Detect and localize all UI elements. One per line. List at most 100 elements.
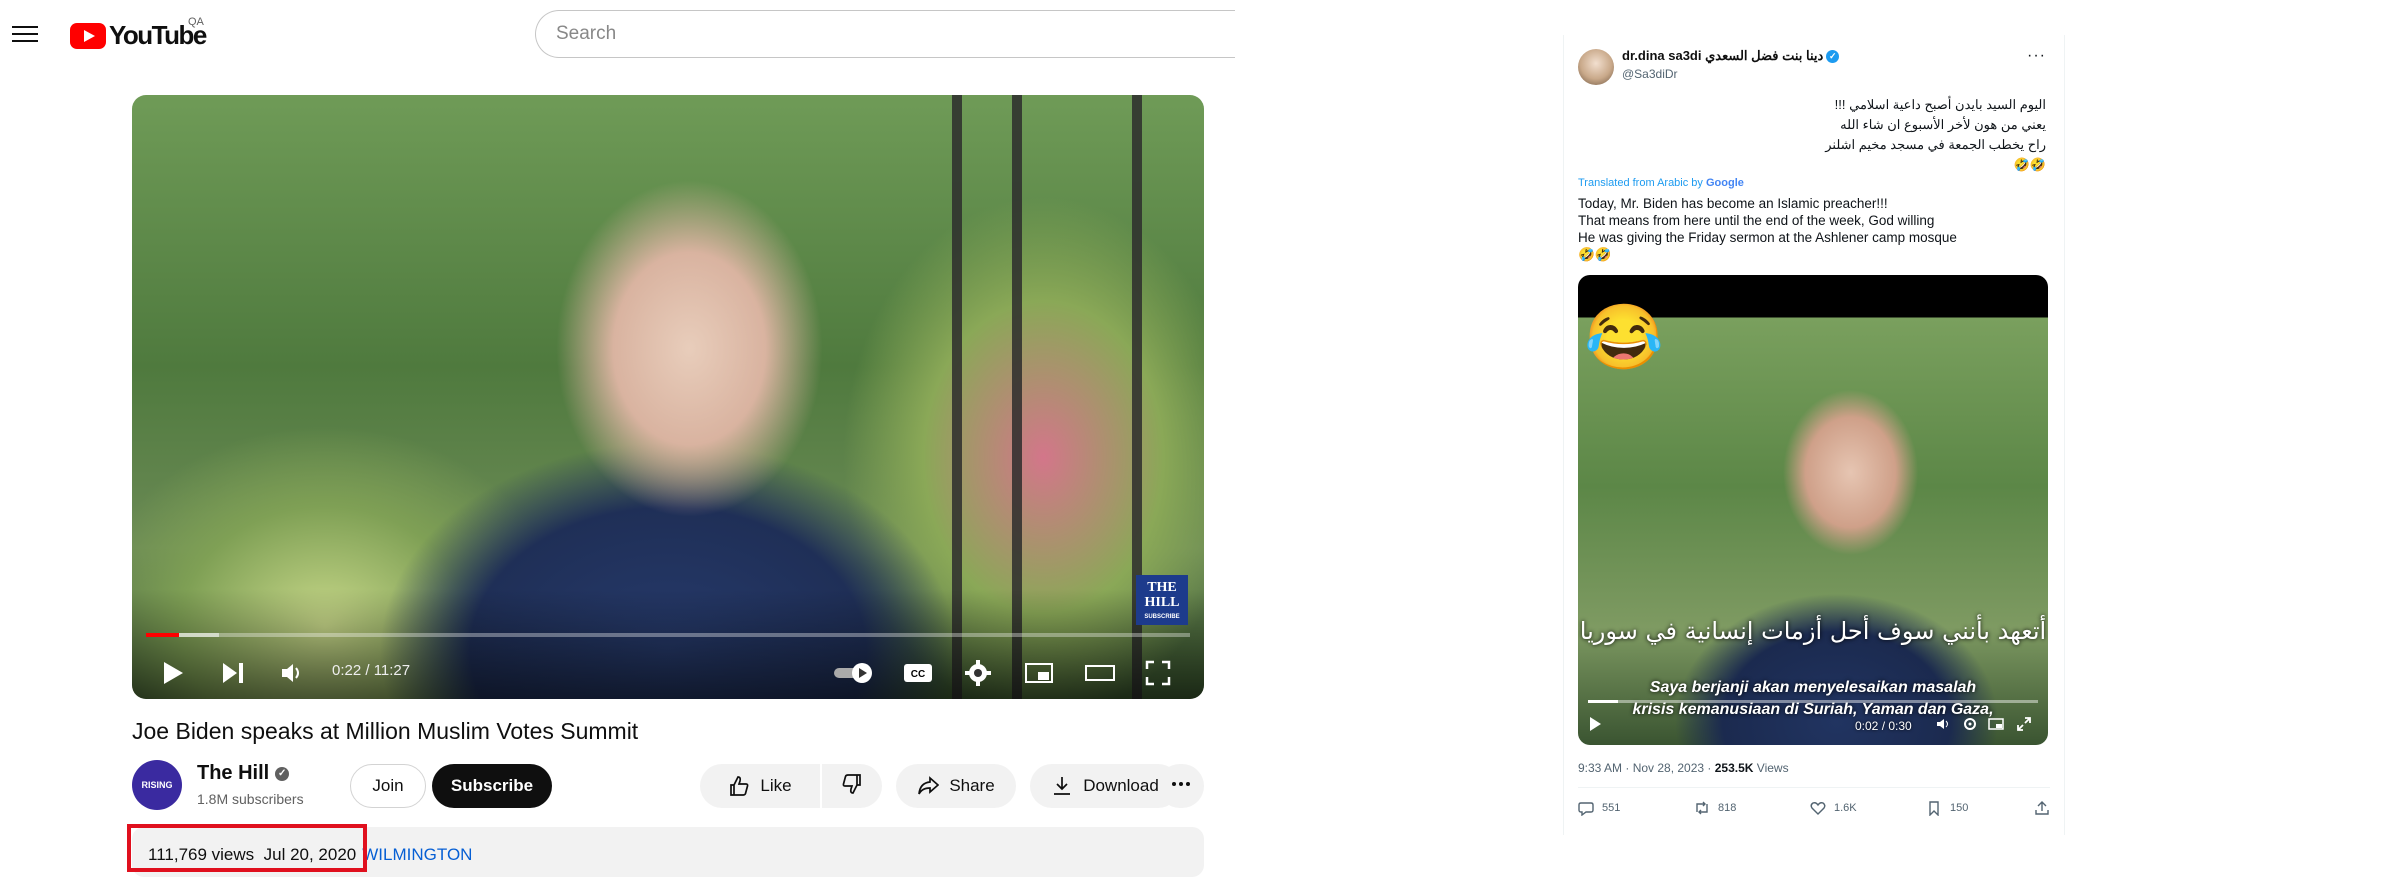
author-name[interactable]: dr.dina sa3di دينا بنت فضل السعدي ✓ [1622, 48, 1840, 64]
subscriber-count: 1.8M subscribers [197, 791, 304, 807]
youtube-logo[interactable]: YouTube QA [70, 16, 207, 51]
tweet-text-english: Today, Mr. Biden has become an Islamic p… [1578, 195, 2048, 263]
tweet-pip-icon[interactable] [1988, 716, 2004, 735]
channel-watermark[interactable]: THE HILL SUBSCRIBE [1136, 575, 1188, 625]
theater-mode-icon[interactable] [1084, 659, 1116, 687]
tweet-video-player[interactable]: 😂 أتعهد بأنني سوف أحل أزمات إنسانية في س… [1578, 275, 2048, 745]
thumbs-down-icon [841, 773, 863, 800]
settings-gear-icon[interactable] [964, 659, 992, 687]
menu-icon[interactable] [12, 22, 38, 42]
youtube-play-logo-icon [70, 22, 106, 49]
search-placeholder: Search [556, 23, 617, 44]
tweet-video-progress[interactable] [1588, 700, 2038, 703]
arabic-line: يعني من هون لأخر الأسبوع ان شاء الله [1840, 117, 2046, 132]
share-button[interactable]: Share [896, 764, 1016, 808]
volume-icon[interactable] [280, 659, 306, 687]
verified-badge-icon: ✓ [1826, 50, 1840, 64]
share-arrow-icon [917, 775, 940, 797]
more-horizontal-icon [1170, 773, 1192, 800]
author-name-text: dr.dina sa3di دينا بنت فضل السعدي [1622, 48, 1824, 63]
tweet-video-time: 0:02 / 0:30 [1855, 719, 1912, 733]
english-line: He was giving the Friday sermon at the A… [1578, 230, 1957, 245]
author-avatar[interactable] [1578, 49, 1614, 85]
tweet-volume-icon[interactable] [1936, 716, 1952, 735]
dislike-button[interactable] [822, 764, 882, 808]
watermark-line1: THE [1147, 580, 1177, 595]
tweet-views-count: 253.5K [1714, 761, 1754, 775]
search-input[interactable]: Search [535, 10, 1235, 58]
google-logo: Google [1705, 177, 1744, 189]
channel-avatar[interactable]: RISING [132, 760, 182, 810]
channel-name[interactable]: The Hill ✓ [197, 762, 290, 785]
repost-button[interactable]: 818 [1694, 800, 1736, 816]
fullscreen-icon[interactable] [1144, 659, 1172, 687]
tweet-progress-fill [1588, 700, 1619, 703]
watermark-line2: HILL [1144, 595, 1180, 610]
join-button[interactable]: Join [350, 764, 426, 808]
channel-name-text: The Hill [197, 762, 270, 784]
tweet-views-label: Views [1753, 761, 1789, 775]
tweet-panel: dr.dina sa3di دينا بنت فضل السعدي ✓ @Sa3d… [1563, 35, 2065, 835]
reply-button[interactable]: 551 [1578, 800, 1620, 816]
tweet-settings-icon[interactable] [1962, 716, 1978, 735]
more-options-icon[interactable]: ··· [2027, 47, 2046, 65]
arabic-line: راح يخطب الجمعة في مسجد مخيم اشلنر [1825, 137, 2046, 152]
more-actions-button[interactable] [1158, 764, 1204, 808]
arabic-line: 🤣🤣 [2013, 157, 2046, 172]
verified-check-icon: ✓ [275, 766, 290, 781]
player-time: 0:22 / 11:27 [332, 662, 411, 679]
reply-count: 551 [1602, 802, 1621, 814]
heart-icon [1810, 802, 1826, 815]
indonesian-subtitle: Saya berjanji akan menyelesaikan masalah… [1578, 677, 2048, 721]
subtitle-line1: Saya berjanji akan menyelesaikan masalah [1649, 679, 1977, 696]
arabic-subtitle: أتعهد بأنني سوف أحل أزمات إنسانية في سور… [1579, 617, 2047, 645]
english-line: 🤣🤣 [1578, 247, 1612, 262]
country-code: QA [188, 16, 204, 28]
laughing-emoji-overlay: 😂 [1584, 301, 1664, 373]
next-icon[interactable] [220, 659, 246, 687]
like-button[interactable]: Like [700, 764, 820, 808]
author-handle[interactable]: @Sa3diDr [1622, 67, 1678, 81]
like-label: Like [760, 776, 792, 795]
tweet-fullscreen-icon[interactable] [2016, 716, 2032, 735]
like-count: 1.6K [1834, 802, 1857, 814]
bookmark-count: 150 [1950, 802, 1969, 814]
red-highlight-annotation [127, 824, 367, 872]
english-line: That means from here until the end of th… [1578, 213, 1935, 228]
like-button[interactable]: 1.6K [1810, 800, 1857, 816]
arabic-line: اليوم السيد بايدن أصبح داعية اسلامي !!! [1834, 97, 2046, 112]
channel-row: RISING The Hill ✓ 1.8M subscribers Join S… [132, 760, 1204, 812]
english-line: Today, Mr. Biden has become an Islamic p… [1578, 196, 1888, 211]
autoplay-toggle-icon[interactable] [832, 659, 878, 687]
repost-count: 818 [1718, 802, 1737, 814]
repost-icon [1696, 801, 1708, 815]
tweet-meta: 9:33 AM · Nov 28, 2023 · 253.5K Views [1578, 761, 1789, 775]
tweet-play-icon[interactable] [1588, 716, 1602, 735]
translated-label[interactable]: Translated from Arabic by Google [1578, 177, 1744, 189]
download-label: Download [1083, 776, 1159, 795]
reply-icon [1578, 802, 1594, 816]
progress-bar[interactable] [146, 633, 1190, 637]
bookmark-button[interactable]: 150 [1926, 800, 1968, 816]
divider [1578, 787, 2050, 788]
youtube-page: YouTube QA Search THE HILL SUBSCRIBE 0:2… [0, 0, 1235, 877]
svg-text:CC: CC [911, 669, 925, 680]
subscribe-button[interactable]: Subscribe [432, 764, 552, 808]
thumbs-up-icon [728, 775, 750, 797]
tweet-text-arabic: اليوم السيد بايدن أصبح داعية اسلامي !!! … [1586, 95, 2046, 175]
download-icon [1051, 775, 1073, 797]
video-player[interactable]: THE HILL SUBSCRIBE 0:22 / 11:27 CC [132, 95, 1204, 699]
progress-fill [146, 633, 180, 637]
share-button[interactable] [2034, 800, 2058, 816]
miniplayer-icon[interactable] [1024, 659, 1054, 687]
play-icon[interactable] [160, 659, 186, 687]
bookmark-icon [1929, 801, 1939, 816]
captions-icon[interactable]: CC [902, 659, 934, 687]
tweet-actions: 551 818 1.6K 150 [1578, 800, 2050, 820]
video-title: Joe Biden speaks at Million Muslim Votes… [132, 718, 639, 744]
share-label: Share [949, 776, 995, 795]
watermark-subscribe: SUBSCRIBE [1144, 614, 1180, 620]
tweet-timestamp[interactable]: 9:33 AM · Nov 28, 2023 · [1578, 761, 1715, 775]
location-link[interactable]: WILMINGTON [362, 845, 472, 864]
translated-label-text: Translated from Arabic by [1578, 177, 1703, 189]
